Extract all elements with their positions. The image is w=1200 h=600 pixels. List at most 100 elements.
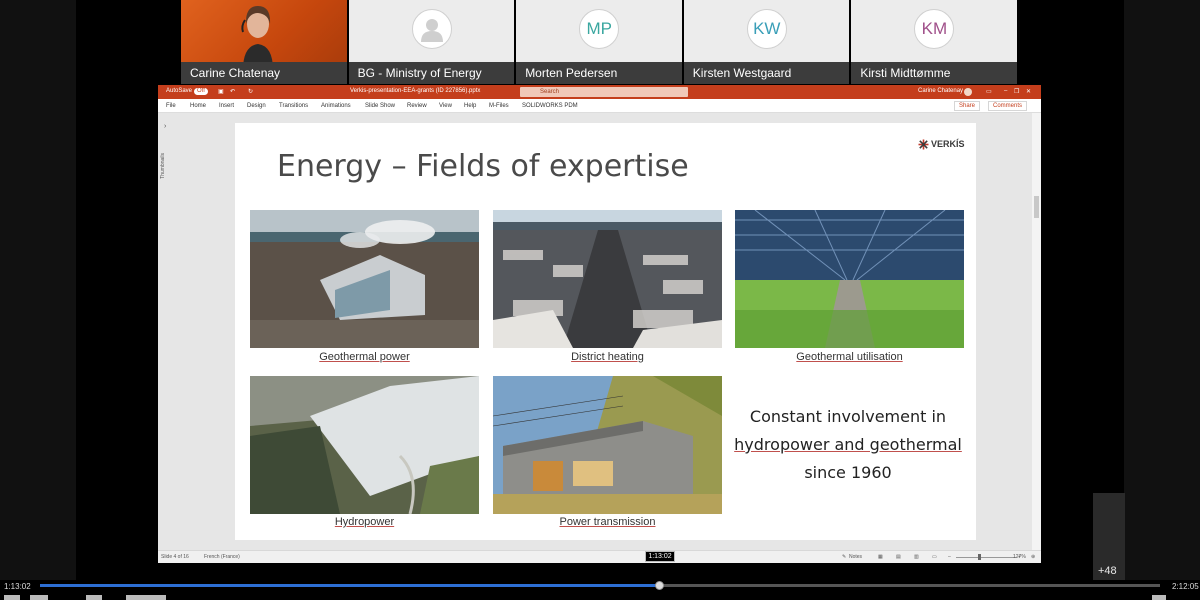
ppt-search-input[interactable]: Search (520, 87, 688, 97)
timeline-tooltip: 1:13:02 (645, 551, 675, 562)
zoom-slider[interactable] (956, 557, 1016, 558)
zoom-out-icon[interactable]: – (948, 554, 951, 560)
scrollbar-thumb[interactable] (1034, 196, 1039, 218)
participant-tile[interactable]: BG - Ministry of Energy (348, 0, 515, 84)
settings-button[interactable] (1152, 595, 1166, 600)
autosave-toggle[interactable]: Off (194, 88, 208, 95)
power-transmission-photo (493, 376, 722, 514)
ppt-menu-bar: File Home Insert Design Transitions Anim… (158, 99, 1041, 113)
close-icon[interactable]: ✕ (1026, 88, 1031, 95)
menu-solidworks-pdm[interactable]: SOLIDWORKS PDM (522, 103, 578, 109)
menu-file[interactable]: File (166, 103, 176, 109)
forward-button[interactable] (86, 595, 102, 600)
participant-name: BG - Ministry of Energy (348, 62, 515, 84)
undo-icon[interactable]: ↶ (230, 88, 235, 95)
timeline-knob[interactable] (655, 581, 665, 590)
avatar: KW (746, 9, 787, 49)
slideshow-icon[interactable]: ▭ (932, 554, 937, 560)
avatar: KM (914, 9, 955, 49)
autosave-label[interactable]: AutoSave (166, 88, 192, 94)
play-pause-button[interactable] (4, 595, 20, 600)
minimize-icon[interactable]: – (1004, 88, 1007, 94)
caption-district-heating[interactable]: District heating (493, 351, 722, 363)
ppt-status-bar: Slide 4 of 16 French (France) ✎ Notes ▦ … (158, 550, 1041, 563)
menu-insert[interactable]: Insert (219, 103, 234, 109)
redo-icon[interactable]: ↻ (248, 88, 253, 95)
caption-hydropower[interactable]: Hydropower (250, 516, 479, 528)
participant-name: Morten Pedersen (516, 62, 682, 84)
rewind-button[interactable] (30, 595, 48, 600)
zoom-level[interactable]: 127% (1013, 554, 1026, 560)
video-side-band-right (1124, 0, 1200, 580)
verkis-logo: VERKÍS (918, 137, 966, 151)
menu-home[interactable]: Home (190, 103, 206, 109)
caption-geothermal-utilisation[interactable]: Geothermal utilisation (735, 351, 964, 363)
caption-geothermal-power[interactable]: Geothermal power (250, 351, 479, 363)
district-heating-photo (493, 210, 722, 348)
video-side-band-left (0, 0, 76, 580)
geothermal-power-photo (250, 210, 479, 348)
more-participants-button[interactable]: +48 (1093, 493, 1125, 580)
slide-note: Constant involvement in hydropower and g… (730, 403, 966, 487)
user-avatar[interactable] (964, 88, 972, 96)
notes-icon[interactable]: ✎ (842, 554, 846, 560)
menu-view[interactable]: View (439, 103, 452, 109)
menu-help[interactable]: Help (464, 103, 476, 109)
menu-design[interactable]: Design (247, 103, 266, 109)
language-indicator[interactable]: French (France) (204, 554, 240, 560)
slide-counter: Slide 4 of 16 (161, 554, 189, 560)
fit-slide-icon[interactable]: ⊕ (1031, 554, 1035, 560)
participant-video-icon (241, 6, 273, 70)
participant-name: Kirsti Midttømme (851, 62, 1017, 84)
restore-icon[interactable]: ❐ (1014, 88, 1019, 95)
menu-transitions[interactable]: Transitions (279, 103, 308, 109)
menu-animations[interactable]: Animations (321, 103, 351, 109)
timeline-progress (40, 584, 660, 587)
caption-power-transmission[interactable]: Power transmission (493, 516, 722, 528)
comments-label: Comments (993, 103, 1023, 109)
more-participants-count: +48 (1098, 565, 1117, 577)
logo-text: VERKÍS (931, 139, 965, 149)
notes-button[interactable]: Notes (849, 554, 862, 560)
zoom-slider-knob[interactable] (978, 554, 981, 560)
thumbnails-label: Thumbnails (160, 153, 166, 179)
timeline-scrubber[interactable] (40, 581, 1160, 590)
avatar: MP (579, 9, 620, 49)
normal-view-icon[interactable]: ▦ (878, 554, 883, 560)
share-label: Share (959, 103, 976, 109)
hydropower-photo (250, 376, 479, 514)
menu-review[interactable]: Review (407, 103, 427, 109)
ribbon-display-icon[interactable]: ▭ (986, 88, 992, 95)
slide-sorter-icon[interactable]: ▤ (896, 554, 901, 560)
chevron-right-icon[interactable]: › (164, 123, 166, 130)
note-line-1: Constant involvement in (749, 407, 947, 426)
user-name: Carine Chatenay (918, 88, 964, 94)
thumbnails-pane[interactable]: › Thumbnails (158, 113, 178, 550)
current-time: 1:13:02 (4, 582, 31, 591)
slide-title: Energy – Fields of expertise (277, 149, 689, 184)
file-name: Verkis-presentation-EEA-grants (ID 22785… (350, 88, 481, 94)
reading-view-icon[interactable]: ▥ (914, 554, 919, 560)
captions-button[interactable] (126, 595, 166, 600)
participant-tile[interactable]: KW Kirsten Westgaard (683, 0, 850, 84)
geothermal-utilisation-photo (735, 210, 964, 348)
search-label: Search (540, 89, 560, 95)
avatar-placeholder-icon (411, 9, 452, 49)
save-icon[interactable]: ▣ (218, 88, 224, 95)
total-time: 2:12:05 (1172, 582, 1199, 591)
note-line-3: since 1960 (804, 463, 892, 482)
participant-strip: Carine Chatenay BG - Ministry of Energy … (181, 0, 1017, 84)
slide-canvas[interactable]: Energy – Fields of expertise VERKÍS Geot… (235, 123, 976, 540)
video-player: Carine Chatenay BG - Ministry of Energy … (0, 0, 1200, 600)
share-button[interactable]: Share (954, 101, 981, 111)
participant-name: Kirsten Westgaard (683, 62, 850, 84)
comments-button[interactable]: Comments (988, 101, 1028, 111)
menu-slide-show[interactable]: Slide Show (365, 103, 395, 109)
verkis-logo-icon (918, 139, 929, 149)
slide-scrollbar[interactable] (1032, 113, 1041, 550)
participant-tile[interactable]: KM Kirsti Midttømme (851, 0, 1017, 84)
participant-tile-video[interactable]: Carine Chatenay (181, 0, 347, 84)
menu-m-files[interactable]: M-Files (489, 103, 509, 109)
participant-tile[interactable]: MP Morten Pedersen (516, 0, 682, 84)
participant-name: Carine Chatenay (181, 62, 347, 84)
